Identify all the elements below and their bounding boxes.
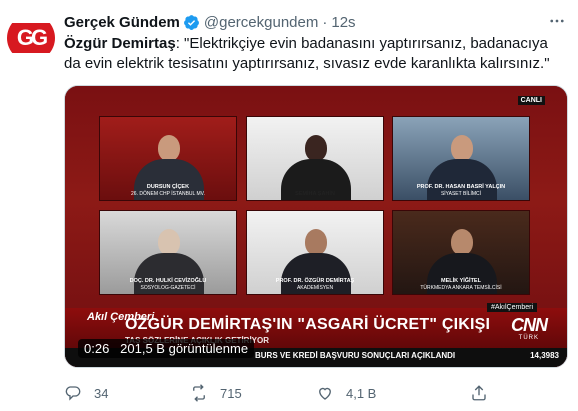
channel-logo: CNN xyxy=(511,315,548,335)
share-icon xyxy=(472,385,486,401)
verified-badge-icon xyxy=(183,14,199,30)
panelist-name: DURSUN ÇİÇEK xyxy=(146,184,190,190)
video-player[interactable]: CANLI DURSUN ÇİÇEK 26. DÖNEM CHP İSTANBUL… xyxy=(64,85,568,368)
panelist-title: SOSYOLOG-GAZETECİ xyxy=(140,285,196,291)
show-hashtag: #AkılÇemberi xyxy=(486,303,537,312)
panelist-panel: DOÇ. DR. HULKİ CEVİZOĞLU SOSYOLOG-GAZETEC… xyxy=(99,210,237,295)
avatar-logo: GG xyxy=(7,23,55,53)
separator-dot: · xyxy=(322,13,328,31)
retweet-button[interactable]: 715 xyxy=(190,381,242,405)
panelist-name: PROF. DR. ÖZGÜR DEMİRTAŞ xyxy=(275,278,355,284)
panelist-panel: PROF. DR. ÖZGÜR DEMİRTAŞ AKADEMİSYEN xyxy=(246,210,384,295)
panelist-name: PROF. DR. HASAN BASRİ YALÇIN xyxy=(416,184,506,190)
tweet-text-bold: Özgür Demirtaş xyxy=(64,35,176,52)
handle[interactable]: @gercekgundem xyxy=(204,14,318,31)
panelist-title: TÜRKMEDYA ANKARA TEMSİLCİSİ xyxy=(420,285,502,291)
person-head xyxy=(451,229,473,255)
index-value: 14,3983 xyxy=(530,351,559,360)
reply-icon xyxy=(65,386,81,401)
more-dots-icon xyxy=(550,19,564,23)
like-button[interactable]: 4,1 B xyxy=(316,381,376,405)
panel-caption: SEMİHA ŞAHİN xyxy=(247,191,383,200)
panelist-name: SEMİHA ŞAHİN xyxy=(295,191,335,197)
panelist-name: MELİK YİĞİTEL xyxy=(441,278,481,284)
video-headline: ÖZGÜR DEMİRTAŞ'IN "ASGARİ ÜCRET" ÇIKIŞI xyxy=(125,316,491,333)
video-time-views: 0:26 201,5 B görüntülenme xyxy=(78,339,255,358)
more-options-icon[interactable] xyxy=(546,10,568,32)
retweet-count: 715 xyxy=(220,385,242,401)
ticker-text: BURS VE KREDİ BAŞVURU SONUÇLARI AÇIKLAND… xyxy=(255,351,456,360)
panel-caption: DURSUN ÇİÇEK 26. DÖNEM CHP İSTANBUL MV. xyxy=(100,184,236,200)
person-head xyxy=(158,229,180,255)
panelist-panel: PROF. DR. HASAN BASRİ YALÇIN SİYASET BİLİ… xyxy=(392,116,530,201)
panel-caption: DOÇ. DR. HULKİ CEVİZOĞLU SOSYOLOG-GAZETEC… xyxy=(100,278,236,294)
reply-count: 34 xyxy=(94,385,109,401)
like-count: 4,1 B xyxy=(346,385,377,401)
panelist-title: SİYASET BİLİMCİ xyxy=(440,191,482,197)
person-head xyxy=(305,135,327,161)
panelist-name: DOÇ. DR. HULKİ CEVİZOĞLU xyxy=(129,278,207,284)
person-head xyxy=(305,229,327,255)
panel-caption: PROF. DR. HASAN BASRİ YALÇIN SİYASET BİLİ… xyxy=(393,184,529,200)
display-name[interactable]: Gerçek Gündem xyxy=(64,14,180,31)
avatar[interactable]: GG xyxy=(7,14,55,62)
panelist-title: 26. DÖNEM CHP İSTANBUL MV. xyxy=(131,191,205,197)
tweet[interactable]: GG Gerçek Gündem @gercekgundem · 12s Özg… xyxy=(0,0,578,411)
retweet-icon xyxy=(193,384,205,402)
live-badge: CANLI xyxy=(517,96,545,105)
tweet-header: Gerçek Gündem @gercekgundem · 12s xyxy=(64,12,356,32)
person-head xyxy=(451,135,473,161)
tweet-text: Özgür Demirtaş: "Elektrikçiye evin badan… xyxy=(64,34,564,74)
panelist-title: AKADEMİSYEN xyxy=(296,285,334,291)
share-button[interactable] xyxy=(470,381,488,405)
tweet-actions: 34 715 4,1 B xyxy=(64,381,568,405)
video-timestamp: 0:26 xyxy=(84,341,110,356)
heart-icon xyxy=(319,387,331,400)
panelist-panel: MELİK YİĞİTEL TÜRKMEDYA ANKARA TEMSİLCİSİ xyxy=(392,210,530,295)
video-views: 201,5 B görüntülenme xyxy=(120,341,249,356)
reply-button[interactable]: 34 xyxy=(64,381,108,405)
panelist-panel: SEMİHA ŞAHİN xyxy=(246,116,384,201)
person-head xyxy=(158,135,180,161)
panel-caption: PROF. DR. ÖZGÜR DEMİRTAŞ AKADEMİSYEN xyxy=(247,278,383,294)
panel-caption: MELİK YİĞİTEL TÜRKMEDYA ANKARA TEMSİLCİSİ xyxy=(393,278,529,294)
panelist-panel: DURSUN ÇİÇEK 26. DÖNEM CHP İSTANBUL MV. xyxy=(99,116,237,201)
channel-sub: TÜRK xyxy=(518,335,539,341)
timestamp[interactable]: 12s xyxy=(331,14,355,31)
